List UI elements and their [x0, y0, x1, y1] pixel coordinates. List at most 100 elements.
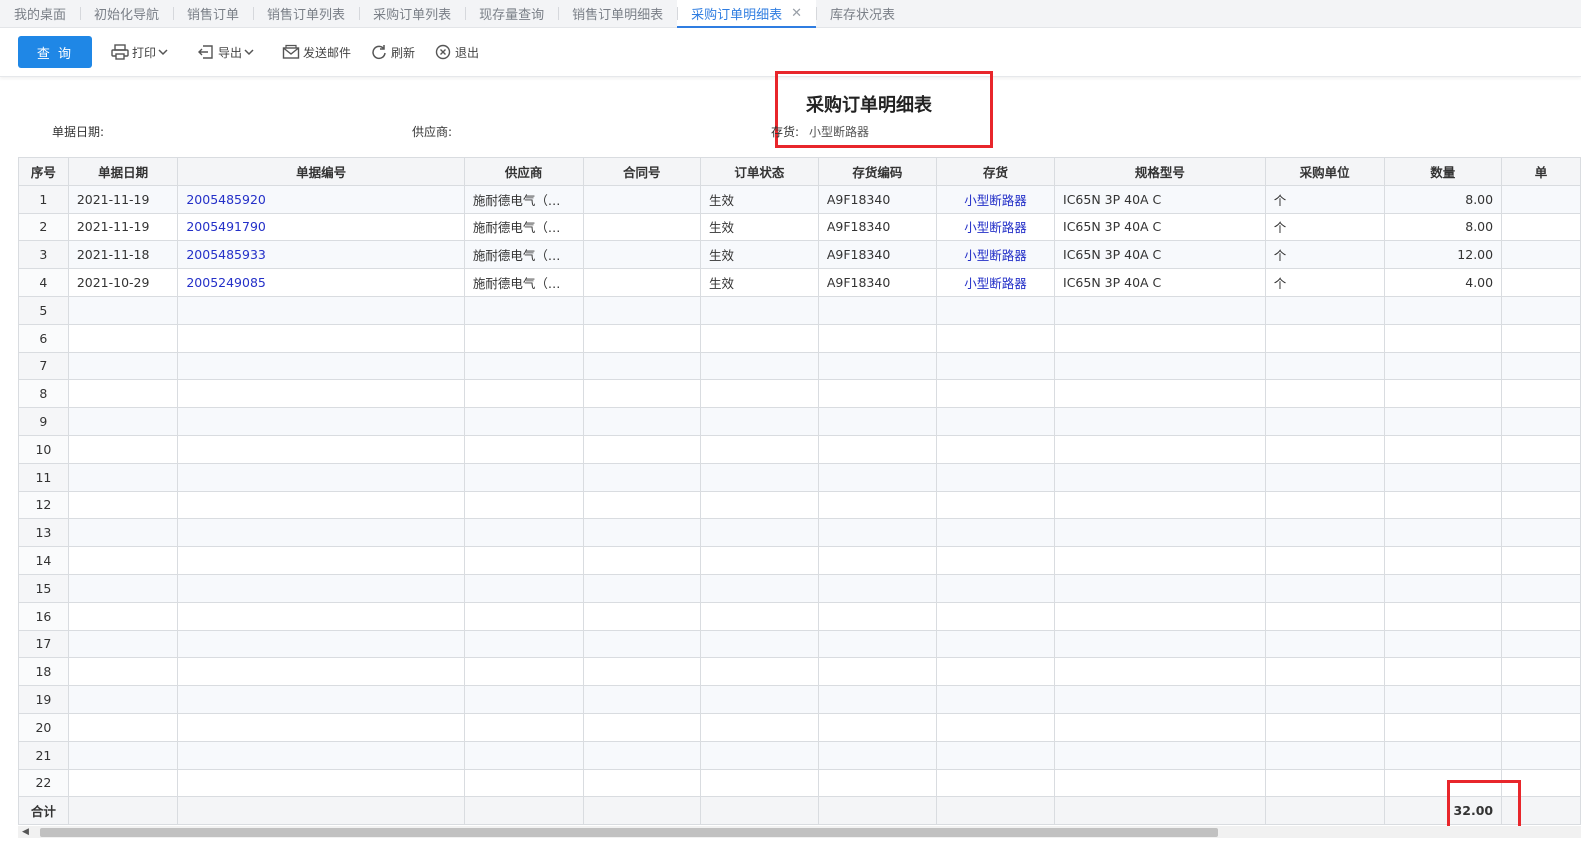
- empty-cell: [582, 712, 702, 742]
- cell-item[interactable]: 小型断路器: [935, 184, 1056, 214]
- column-header[interactable]: 存货编码: [817, 157, 937, 186]
- empty-cell: [1383, 657, 1503, 687]
- cell-qty: 4.00: [1383, 268, 1503, 297]
- cell-unit: 个: [1264, 240, 1385, 270]
- empty-cell: [67, 712, 179, 742]
- column-header[interactable]: 规格型号: [1054, 157, 1266, 186]
- table-row: 20: [18, 712, 1581, 742]
- empty-cell: [463, 629, 584, 659]
- refresh-button[interactable]: 刷新: [370, 42, 415, 62]
- empty-cell: [1501, 712, 1581, 742]
- table-row[interactable]: 4 2021-10-29 2005249085 施耐德电气（… 生效 A9F18340 小型…: [18, 268, 1581, 297]
- total-label: 合计: [18, 796, 69, 825]
- inventory-filter-value: 小型断路器: [809, 125, 870, 139]
- cell-supplier: 施耐德电气（…: [463, 240, 584, 270]
- close-icon[interactable]: ✕: [791, 6, 802, 21]
- cell-doc-no[interactable]: 2005491790: [177, 212, 465, 242]
- table-row: 7: [18, 351, 1581, 381]
- cell-item[interactable]: 小型断路器: [935, 240, 1056, 270]
- column-header[interactable]: 序号: [18, 157, 69, 186]
- cell-seq: 13: [18, 518, 69, 548]
- cell-doc-no[interactable]: 2005485920: [177, 184, 465, 214]
- cell-seq: 17: [18, 629, 69, 659]
- cell-qty: 8.00: [1383, 212, 1503, 242]
- cell-seq: 1: [18, 184, 69, 214]
- refresh-label: 刷新: [391, 45, 416, 60]
- table-row[interactable]: 3 2021-11-18 2005485933 施耐德电气（… 生效 A9F18340 小型…: [18, 240, 1581, 270]
- empty-cell: [177, 434, 465, 464]
- tab-6[interactable]: 销售订单明细表: [558, 0, 677, 27]
- empty-cell: [67, 407, 179, 436]
- empty-cell: [1501, 490, 1581, 520]
- tab-8[interactable]: 库存状况表: [816, 0, 909, 27]
- cell-item[interactable]: 小型断路器: [935, 268, 1056, 297]
- column-header[interactable]: 单据日期: [67, 157, 179, 186]
- column-header[interactable]: 供应商: [463, 157, 584, 186]
- empty-cell: [582, 407, 702, 436]
- tab-0[interactable]: 我的桌面: [0, 0, 80, 27]
- send-email-button[interactable]: 发送邮件: [282, 42, 351, 62]
- print-button[interactable]: 打印: [111, 42, 171, 62]
- empty-cell: [67, 434, 179, 464]
- table-row[interactable]: 2 2021-11-19 2005491790 施耐德电气（… 生效 A9F18340 小型…: [18, 212, 1581, 242]
- horizontal-scrollbar[interactable]: ◀: [18, 826, 1581, 838]
- export-icon: [198, 45, 213, 59]
- tab-7[interactable]: 采购订单明细表 ✕: [677, 0, 817, 28]
- cell-seq: 7: [18, 351, 69, 381]
- date-filter: 单据日期:: [52, 123, 104, 140]
- tab-2[interactable]: 销售订单: [173, 0, 253, 27]
- scroll-left-arrow-icon[interactable]: ◀: [22, 827, 29, 837]
- cell-code: A9F18340: [817, 184, 937, 214]
- data-grid: 序号 单据日期 单据编号 供应商 合同号 订单状态 存货编码 存货 规格型号 采购单位 数量单 12…: [18, 157, 1581, 825]
- cell-supplier: 施耐德电气（…: [463, 268, 584, 297]
- column-header[interactable]: 合同号: [582, 157, 702, 186]
- empty-cell: [67, 768, 179, 798]
- cell-seq: 3: [18, 240, 69, 270]
- cell-doc-no[interactable]: 2005485933: [177, 240, 465, 270]
- table-row: 16: [18, 601, 1581, 631]
- cell-contract: [582, 268, 702, 297]
- empty-cell: [1054, 601, 1266, 631]
- tab-3[interactable]: 销售订单列表: [253, 0, 359, 27]
- empty-cell: [1054, 407, 1266, 436]
- export-button[interactable]: 导出: [197, 42, 257, 62]
- exit-label: 退出: [455, 45, 480, 60]
- empty-cell: [1501, 573, 1581, 603]
- cell-seq: 16: [18, 601, 69, 631]
- tab-5[interactable]: 现存量查询: [465, 0, 558, 27]
- column-header[interactable]: 数量: [1383, 157, 1503, 186]
- table-row[interactable]: 1 2021-11-19 2005485920 施耐德电气（… 生效 A9F18340 小型…: [18, 184, 1581, 214]
- column-header[interactable]: 存货: [935, 157, 1056, 186]
- empty-cell: [1054, 490, 1266, 520]
- empty-cell: [1501, 434, 1581, 464]
- empty-cell: [935, 323, 1056, 353]
- cell-seq: 15: [18, 573, 69, 603]
- cell-seq: 19: [18, 685, 69, 714]
- table-row: 6: [18, 323, 1581, 353]
- column-header[interactable]: 采购单位: [1264, 157, 1385, 186]
- empty-cell: [67, 740, 179, 770]
- empty-cell: [700, 490, 819, 520]
- cell-item[interactable]: 小型断路器: [935, 212, 1056, 242]
- empty-cell: [582, 434, 702, 464]
- query-button[interactable]: 查 询: [18, 36, 92, 68]
- empty-cell: [817, 351, 937, 381]
- empty-cell: [177, 796, 465, 825]
- empty-cell: [1501, 351, 1581, 381]
- column-header[interactable]: 订单状态: [700, 157, 819, 186]
- empty-cell: [935, 573, 1056, 603]
- exit-button[interactable]: 退出: [434, 42, 479, 62]
- tab-1[interactable]: 初始化导航: [80, 0, 173, 27]
- tab-4[interactable]: 采购订单列表: [359, 0, 465, 27]
- cell-date: 2021-11-19: [67, 184, 179, 214]
- empty-cell: [1383, 295, 1503, 325]
- cell-doc-no[interactable]: 2005249085: [177, 268, 465, 297]
- empty-cell: [1264, 351, 1385, 381]
- column-header[interactable]: 单据编号: [177, 157, 465, 186]
- empty-cell: [463, 601, 584, 631]
- empty-cell: [700, 629, 819, 659]
- scrollbar-thumb[interactable]: [40, 828, 1218, 837]
- empty-cell: [463, 462, 584, 492]
- empty-cell: [1383, 712, 1503, 742]
- column-header[interactable]: 单: [1501, 157, 1581, 186]
